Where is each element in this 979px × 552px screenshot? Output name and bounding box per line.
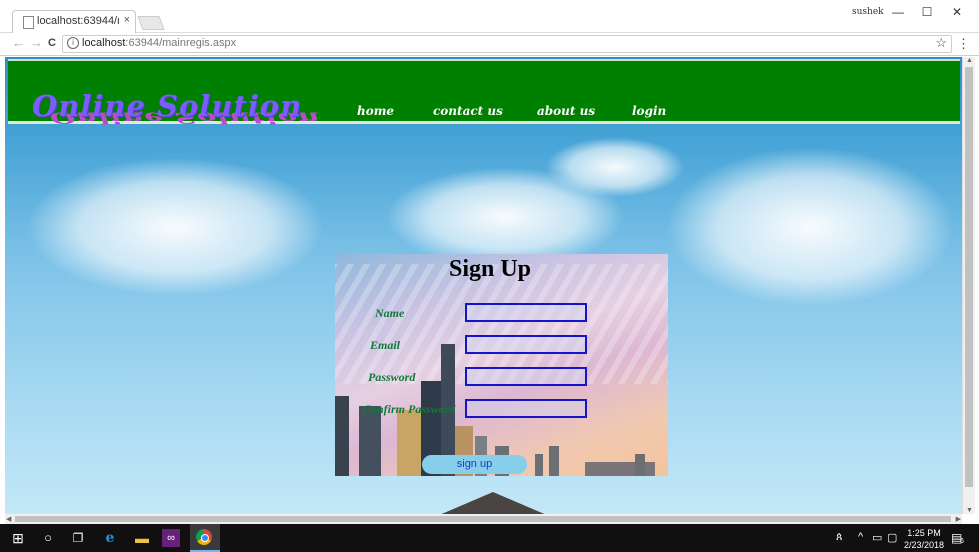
scroll-left-icon[interactable]: ◀ — [6, 515, 11, 523]
email-label: Email — [370, 338, 401, 352]
reload-icon[interactable]: C — [48, 37, 56, 49]
password-field[interactable] — [465, 367, 587, 386]
vertical-scroll-thumb[interactable] — [965, 67, 973, 487]
browser-tab-strip: localhost:63944/mainreg × sushek — ☐ ✕ — [0, 0, 979, 33]
url-text: localhost:63944/mainregis.aspx — [82, 37, 236, 49]
chevron-up-icon[interactable]: ^ — [858, 531, 863, 543]
chrome-taskbar-slot[interactable] — [190, 524, 220, 552]
signup-title: Sign Up — [448, 256, 532, 282]
signup-panel: Sign Up Name Email Password Confirm Pass… — [335, 254, 668, 476]
tab-close-icon[interactable]: × — [124, 14, 130, 26]
vertical-scrollbar[interactable]: ▲ ▼ — [962, 57, 975, 514]
minimize-button[interactable]: — — [883, 2, 913, 22]
skyline-building — [335, 396, 349, 476]
info-icon[interactable]: i — [67, 37, 79, 49]
tab-title: localhost:63944/mainreg — [37, 15, 119, 27]
site-logo[interactable]: Online Solution — [32, 89, 302, 123]
people-icon[interactable]: ጰ — [836, 531, 843, 544]
search-icon[interactable]: ○ — [38, 528, 58, 548]
page-viewport: Online Solution Online Solution home con… — [5, 57, 962, 514]
close-button[interactable]: ✕ — [942, 2, 972, 22]
visual-studio-icon[interactable]: ∞ — [162, 529, 180, 547]
scroll-down-icon[interactable]: ▼ — [966, 507, 973, 514]
clock-date: 2/23/2018 — [904, 540, 945, 550]
star-icon[interactable]: ☆ — [935, 35, 947, 51]
confirm-password-field[interactable] — [465, 399, 587, 418]
rooftop-decoration — [423, 492, 563, 514]
task-view-icon[interactable]: ❐ — [68, 528, 88, 548]
skyline-building — [535, 454, 543, 476]
maximize-button[interactable]: ☐ — [912, 2, 942, 22]
forward-icon[interactable]: → — [30, 35, 43, 50]
notification-count: 6 — [960, 538, 964, 545]
skyline-building — [635, 454, 645, 476]
back-icon[interactable]: ← — [12, 35, 25, 50]
cloud-decoration — [25, 157, 325, 297]
edge-icon[interactable]: e — [100, 528, 120, 548]
name-field[interactable] — [465, 303, 587, 322]
browser-menu-icon[interactable]: ⋮ — [957, 36, 970, 52]
clock-time: 1:25 PM — [907, 528, 941, 538]
nav-contact-link[interactable]: contact us — [433, 104, 503, 118]
horizontal-scrollbar[interactable]: ◀ ▶ — [5, 514, 962, 524]
signup-button[interactable]: sign up — [422, 455, 527, 474]
cloud-decoration — [665, 147, 955, 307]
password-label: Password — [368, 370, 416, 384]
cloud-decoration — [545, 137, 685, 197]
scroll-up-icon[interactable]: ▲ — [966, 57, 973, 64]
skyline-building — [549, 446, 559, 476]
address-bar[interactable]: i localhost:63944/mainregis.aspx ☆ — [62, 35, 952, 53]
battery-icon[interactable]: ▭ — [872, 531, 882, 544]
site-header: Online Solution Online Solution home con… — [8, 59, 960, 127]
nav-login-link[interactable]: login — [632, 104, 666, 118]
horizontal-scroll-thumb[interactable] — [15, 516, 951, 522]
nav-about-link[interactable]: about us — [537, 104, 595, 118]
email-field[interactable] — [465, 335, 587, 354]
nav-home-link[interactable]: home — [357, 104, 394, 118]
page-icon — [23, 16, 34, 29]
windows-start-icon[interactable]: ⊞ — [8, 528, 28, 548]
url-path: :63944/mainregis.aspx — [125, 37, 237, 49]
network-icon[interactable]: ▢ — [887, 531, 897, 544]
new-tab-button[interactable] — [137, 16, 165, 30]
scroll-right-icon[interactable]: ▶ — [956, 515, 961, 523]
url-host: localhost — [82, 37, 126, 49]
chrome-icon-center — [201, 534, 209, 542]
profile-name[interactable]: sushek — [852, 7, 884, 17]
browser-toolbar: ← → C i localhost:63944/mainregis.aspx ☆… — [0, 33, 979, 56]
system-clock[interactable]: 1:25 PM 2/23/2018 — [904, 527, 944, 551]
file-explorer-icon[interactable]: ▬ — [132, 528, 152, 548]
windows-taskbar: ⊞ ○ ❐ e ▬ ∞ ጰ ^ ▭ ▢ 1:25 PM 2/23/2018 ▤ … — [0, 524, 979, 552]
confirm-password-label: Confirm Password — [363, 402, 456, 416]
browser-tab[interactable]: localhost:63944/mainreg × — [12, 10, 136, 33]
name-label: Name — [375, 306, 405, 320]
